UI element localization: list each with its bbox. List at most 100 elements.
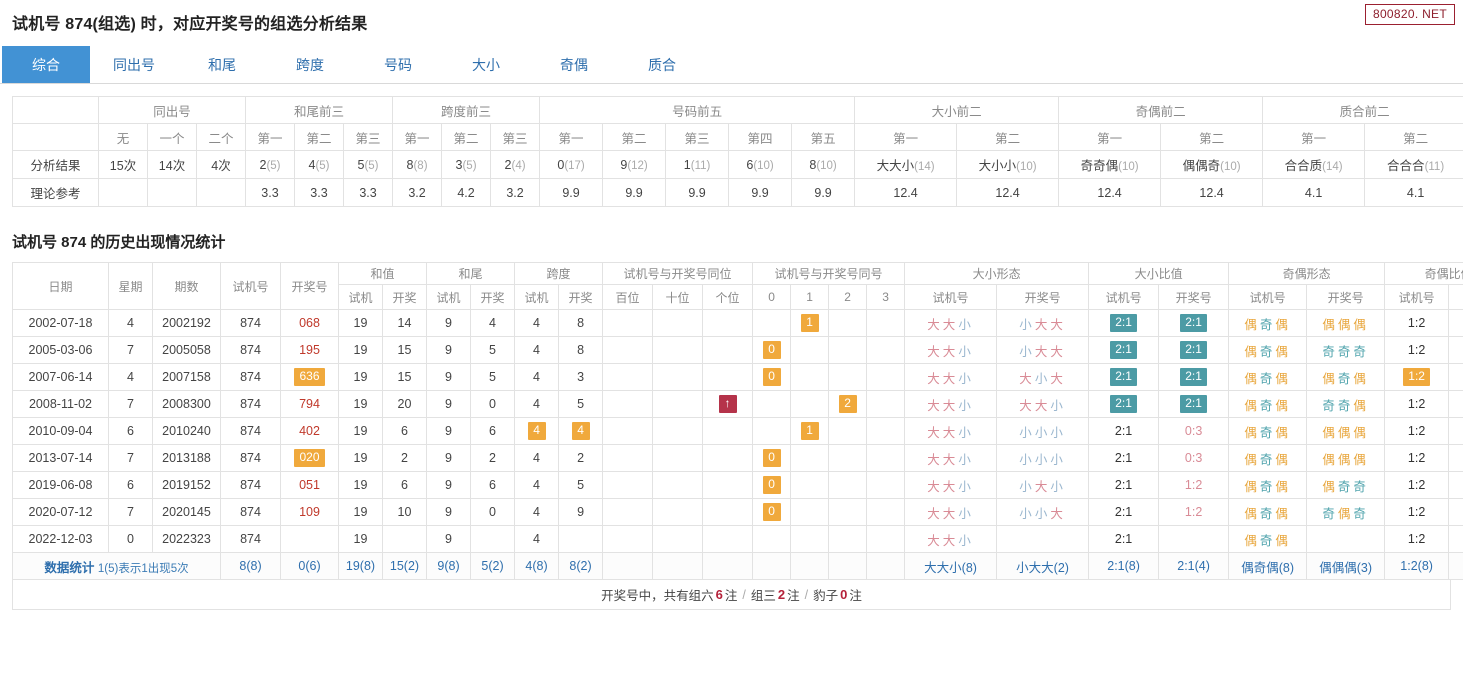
cell-tonghao-3 bbox=[866, 444, 906, 472]
glyph-大: 大 bbox=[942, 506, 959, 521]
glyph-大: 大 bbox=[1034, 317, 1051, 332]
daxiao-ratio-shiji-value: 2:1 bbox=[1114, 505, 1133, 519]
table-row: 2013-07-14 7 2013188 874 020 19 2 9 2 4 2 0 大大小 小小小 2:… bbox=[12, 444, 1463, 472]
history-cell-daxiao-ratio-kaijiang: 2:1 bbox=[1158, 336, 1230, 364]
jiou-shiji-shape: 偶奇偶 bbox=[1244, 507, 1291, 521]
history-group-4: 试机号与开奖号同号 bbox=[752, 262, 906, 285]
cell-daxiao-shiji: 大大小 bbox=[904, 363, 998, 391]
tonghao-chip-0: 0 bbox=[762, 503, 781, 521]
jiou-ratio-shiji-value: 1:2 bbox=[1407, 343, 1426, 357]
stat-label-cell: 数据统计 1(5)表示1出现5次 bbox=[12, 552, 221, 580]
jiou-shiji-shape: 偶奇偶 bbox=[1244, 318, 1291, 332]
stat-tongwei-0 bbox=[602, 552, 654, 580]
analysis-count: (11) bbox=[690, 159, 711, 172]
history-cell-daxiao-ratio-shiji: 2:1 bbox=[1088, 309, 1160, 337]
stat-daxiao-kaijiang: 小大大(2) bbox=[996, 552, 1090, 580]
glyph-小: 小 bbox=[958, 344, 974, 359]
tonghao-chip-2: 2 bbox=[838, 395, 857, 413]
tab-7[interactable]: 质合 bbox=[618, 46, 706, 83]
cell-hewei-shiji: 9 bbox=[426, 309, 472, 337]
cell-tonghao-3 bbox=[866, 498, 906, 526]
glyph-小: 小 bbox=[1019, 344, 1035, 359]
cell-daxiao-kaijiang: 大小大 bbox=[996, 363, 1090, 391]
cell-tonghao-1 bbox=[790, 525, 830, 553]
stat-tongwei-2 bbox=[702, 552, 754, 580]
daxiao-ratio-shiji-chip: 2:1 bbox=[1110, 314, 1137, 332]
analysis-count: (5) bbox=[315, 159, 330, 172]
cell-jiou-kaijiang: 偶偶偶 bbox=[1306, 417, 1386, 445]
cell-jiou-kaijiang: 偶奇偶 bbox=[1306, 363, 1386, 391]
summary-group-4: 大小前二 bbox=[854, 96, 1060, 124]
cell-tonghao-0: 0 bbox=[752, 336, 792, 364]
glyph-大: 大 bbox=[1034, 479, 1051, 494]
summary-analysis-cell-8: 2(4) bbox=[490, 150, 541, 179]
cell-kuadu-kaijiang: 4 bbox=[558, 417, 604, 445]
cell-tongwei-0 bbox=[602, 390, 654, 418]
cell-tonghao-0: 0 bbox=[752, 363, 792, 391]
summary-analysis-cell-6: 8(8) bbox=[392, 150, 443, 179]
cell-hezhi-shiji: 19 bbox=[338, 417, 383, 445]
cell-daxiao-kaijiang: 大大小 bbox=[996, 390, 1090, 418]
tab-6[interactable]: 奇偶 bbox=[530, 46, 618, 83]
analysis-value: 合合合 bbox=[1387, 159, 1425, 173]
summary-theory-cell-6: 3.2 bbox=[392, 178, 443, 207]
cell-week: 7 bbox=[108, 498, 153, 526]
glyph-奇: 奇 bbox=[1322, 506, 1338, 521]
history-sub-16: 开奖号 bbox=[1158, 284, 1230, 310]
glyph-偶: 偶 bbox=[1244, 398, 1260, 413]
jiou-ratio-shiji-value: 1:2 bbox=[1407, 505, 1426, 519]
cell-jiou-shiji: 偶奇偶 bbox=[1228, 336, 1308, 364]
tab-1[interactable]: 同出号 bbox=[90, 46, 178, 83]
glyph-小: 小 bbox=[958, 452, 974, 467]
cell-jiou-kaijiang: 奇奇奇 bbox=[1306, 336, 1386, 364]
cell-week: 4 bbox=[108, 363, 153, 391]
cell-hezhi-shiji: 19 bbox=[338, 525, 383, 553]
cell-hewei-kaijiang: 6 bbox=[470, 417, 516, 445]
cell-kaijianghao: 794 bbox=[280, 390, 339, 418]
tab-4[interactable]: 号码 bbox=[354, 46, 442, 83]
daxiao-ratio-shiji-chip: 2:1 bbox=[1110, 368, 1137, 386]
tab-5[interactable]: 大小 bbox=[442, 46, 530, 83]
stat-jiou-kaijiang: 偶偶偶(3) bbox=[1306, 552, 1386, 580]
history-group-header-row: 日期 星期 期数 试机号 开奖号 和值 和尾 跨度 试机号与开奖号同位 试机号与开奖号同号 大小形态… bbox=[12, 262, 1463, 310]
cell-kuadu-shiji: 4 bbox=[514, 525, 560, 553]
summary-analysis-cell-13: 8(10) bbox=[791, 150, 856, 179]
summary-sub-5: 第三 bbox=[342, 123, 394, 151]
cell-tonghao-3 bbox=[866, 390, 906, 418]
cell-tongwei-1 bbox=[652, 444, 704, 472]
tab-3[interactable]: 跨度 bbox=[266, 46, 354, 83]
cell-hezhi-kaijiang bbox=[381, 525, 428, 553]
jiou-ratio-shiji-value: 1:2 bbox=[1407, 451, 1426, 465]
cell-tonghao-3 bbox=[866, 471, 906, 499]
stat-tonghao-2 bbox=[828, 552, 868, 580]
cell-kuadu-kaijiang: 8 bbox=[558, 309, 604, 337]
stat-label: 数据统计 bbox=[44, 560, 95, 575]
history-cell-daxiao-ratio-shiji: 2:1 bbox=[1088, 471, 1160, 499]
glyph-奇: 奇 bbox=[1337, 344, 1354, 359]
cell-daxiao-kaijiang: 小小小 bbox=[996, 444, 1090, 472]
summary-row-label-theory: 理论参考 bbox=[12, 178, 99, 207]
glyph-奇: 奇 bbox=[1322, 398, 1338, 413]
cell-kuadu-shiji: 4 bbox=[514, 471, 560, 499]
history-group-0: 和值 bbox=[337, 262, 428, 285]
summary-analysis-cell-11: 1(11) bbox=[665, 150, 730, 179]
jiou-kaijiang-shape: 偶偶偶 bbox=[1322, 318, 1369, 332]
summary-sub-16: 第一 bbox=[1058, 123, 1162, 151]
footer-baozi-count: 0 bbox=[840, 587, 848, 602]
cell-kuadu-kaijiang: 5 bbox=[558, 390, 604, 418]
history-group-5: 大小形态 bbox=[904, 262, 1090, 285]
cell-tongwei-0 bbox=[602, 336, 654, 364]
summary-theory-row: 理论参考 3.3 3.3 3.3 3.2 4.2 3.2 9.9 9.9 9.9 9.9 9.9 12.… bbox=[12, 178, 1463, 207]
tab-0[interactable]: 综合 bbox=[2, 46, 90, 83]
cell-issue: 2020145 bbox=[152, 498, 221, 526]
summary-theory-cell-0 bbox=[98, 178, 148, 207]
cell-tongwei-2 bbox=[702, 444, 754, 472]
history-sub-18: 开奖号 bbox=[1306, 284, 1386, 310]
glyph-偶: 偶 bbox=[1244, 452, 1260, 467]
summary-group-6: 质合前二 bbox=[1262, 96, 1463, 124]
summary-theory-cell-11: 9.9 bbox=[665, 178, 730, 207]
glyph-偶: 偶 bbox=[1337, 452, 1354, 467]
summary-sub-7: 第二 bbox=[441, 123, 492, 151]
cell-jiou-kaijiang bbox=[1306, 525, 1386, 553]
tab-2[interactable]: 和尾 bbox=[178, 46, 266, 83]
